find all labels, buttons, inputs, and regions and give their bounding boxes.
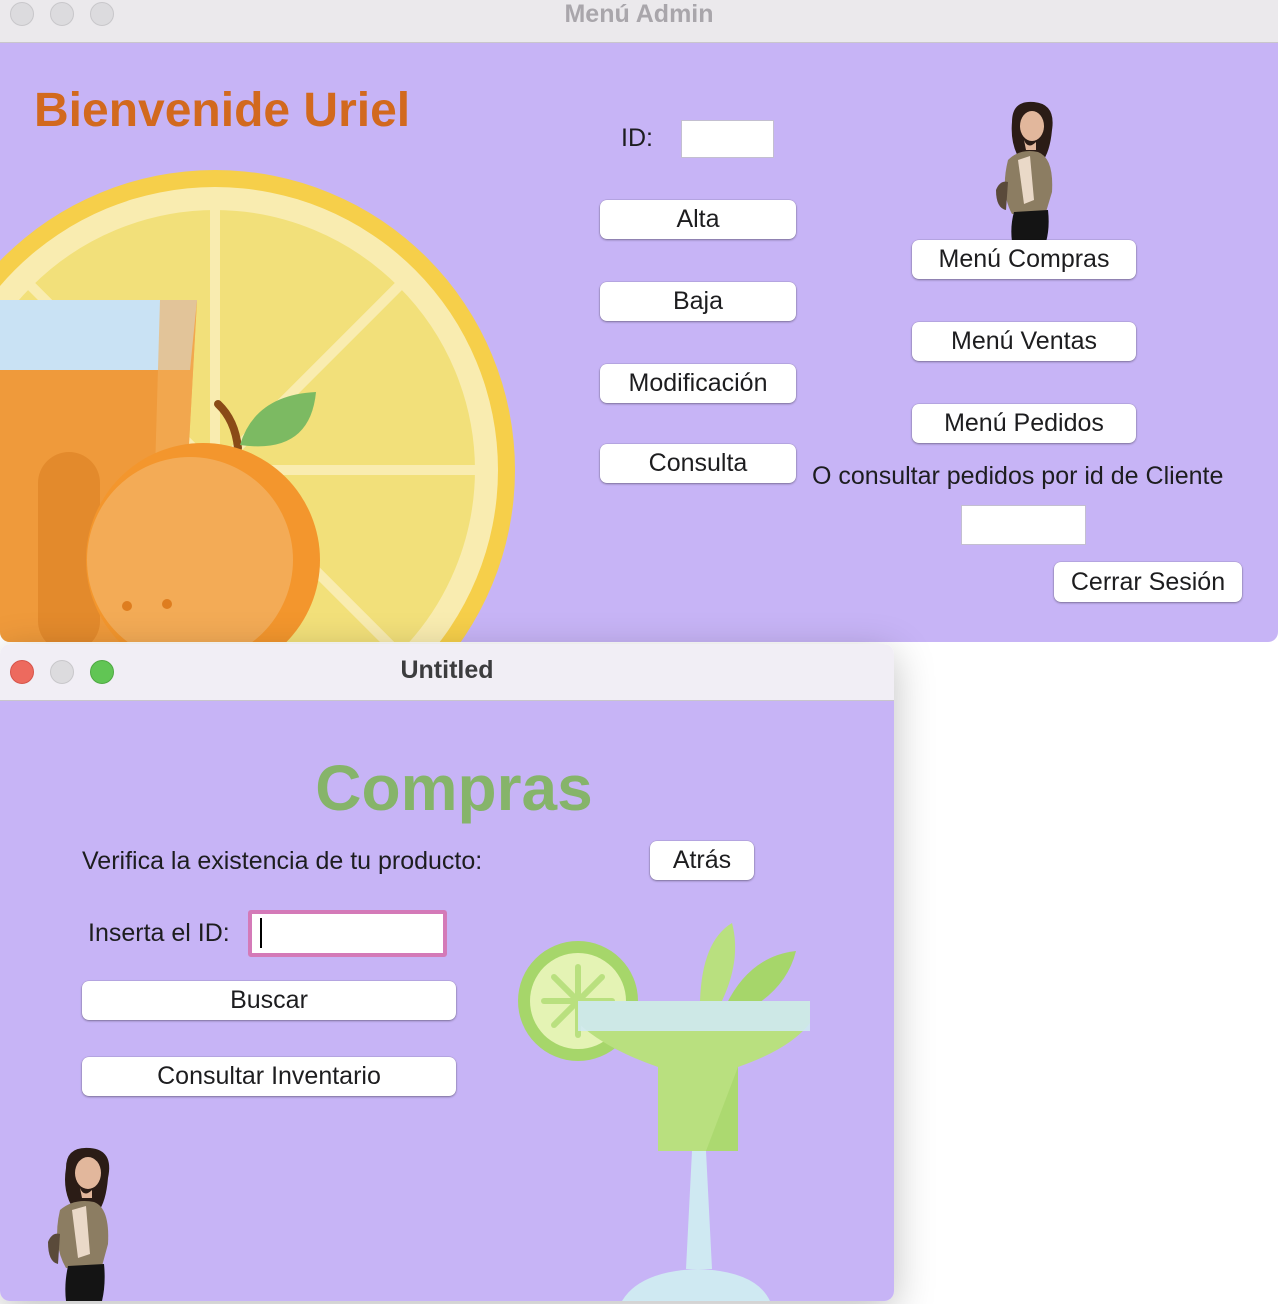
menu-pedidos-button[interactable]: Menú Pedidos [912, 404, 1136, 443]
compras-titlebar: Untitled [0, 644, 894, 701]
back-button[interactable]: Atrás [650, 841, 754, 880]
menu-ventas-button[interactable]: Menú Ventas [912, 322, 1136, 361]
admin-window: Menú Admin Bienvenide Uriel ID: Alta Baj… [0, 0, 1278, 642]
id-input[interactable] [681, 120, 774, 158]
client-id-input[interactable] [961, 505, 1086, 545]
consultar-inventario-button[interactable]: Consultar Inventario [82, 1057, 456, 1096]
buscar-button[interactable]: Buscar [82, 981, 456, 1020]
cerrar-sesion-button[interactable]: Cerrar Sesión [1054, 562, 1242, 602]
insert-id-label: Inserta el ID: [88, 919, 230, 947]
compras-window: Untitled Compras Verifica la existencia … [0, 644, 894, 1301]
window-title: Untitled [400, 656, 494, 684]
text-cursor [260, 918, 262, 948]
admin-content: Bienvenide Uriel ID: Alta Baja Modificac… [0, 43, 1278, 642]
cocktail-icon [518, 923, 810, 1301]
compras-content: Compras Verifica la existencia de tu pro… [0, 701, 894, 1301]
admin-titlebar: Menú Admin [0, 0, 1278, 43]
welcome-heading: Bienvenide Uriel [34, 84, 411, 137]
consulta-button[interactable]: Consulta [600, 444, 796, 483]
window-title: Menú Admin [564, 0, 714, 28]
alta-button[interactable]: Alta [600, 200, 796, 239]
modificacion-button[interactable]: Modificación [600, 364, 796, 403]
person-photo [996, 101, 1053, 242]
insert-id-input[interactable] [248, 910, 447, 957]
cocktail-illustration [518, 923, 810, 1301]
baja-button[interactable]: Baja [600, 282, 796, 321]
menu-compras-button[interactable]: Menú Compras [912, 240, 1136, 279]
person-photo [48, 1147, 110, 1301]
consult-client-label: O consultar pedidos por id de Cliente [812, 462, 1224, 490]
id-label: ID: [621, 124, 653, 152]
compras-heading: Compras [315, 752, 593, 824]
verify-label: Verifica la existencia de tu producto: [82, 847, 483, 875]
